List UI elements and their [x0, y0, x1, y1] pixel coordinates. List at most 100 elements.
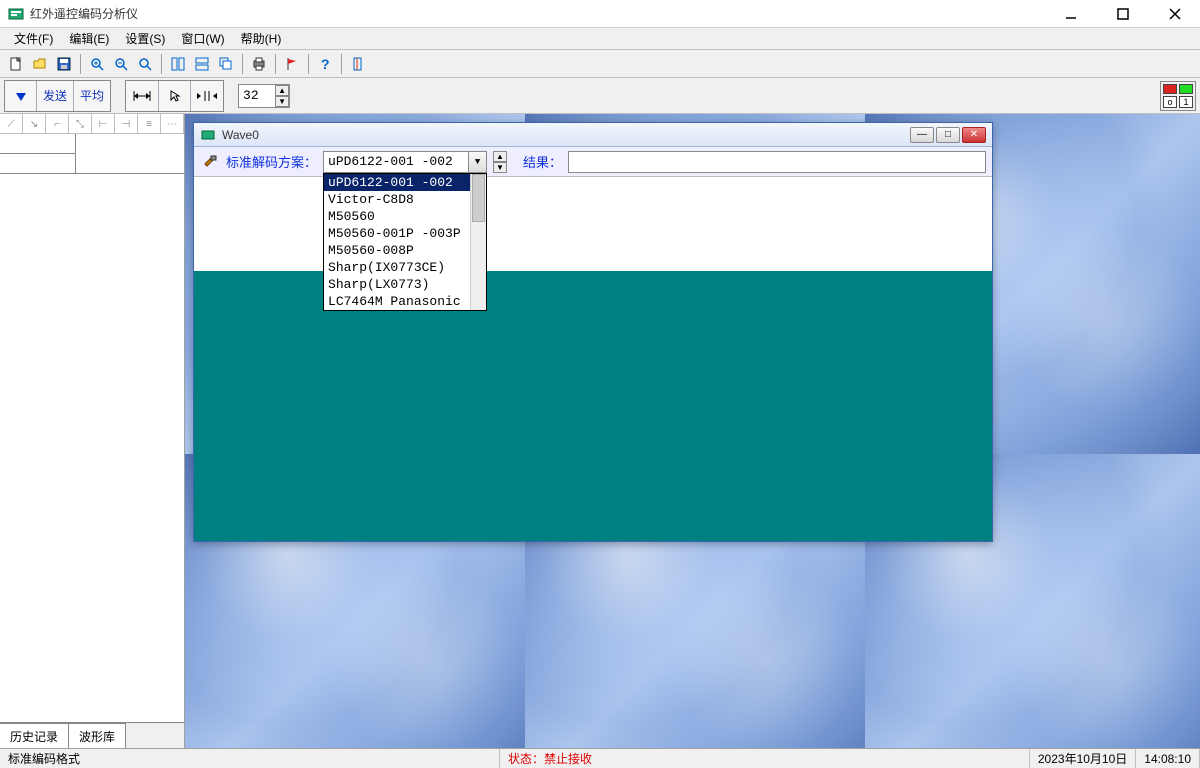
toolbar-main: ? [0, 50, 1200, 78]
menu-window[interactable]: 窗口(W) [173, 30, 232, 47]
decode-spin-up[interactable]: ▲ [493, 151, 507, 162]
lp-tool-4[interactable]: ⤡ [69, 114, 92, 134]
spinner-up[interactable]: ▲ [275, 85, 289, 96]
flag-icon[interactable] [280, 53, 304, 75]
decode-option[interactable]: uPD6122-001 -002 [324, 174, 486, 191]
average-button[interactable]: 平均 [74, 81, 110, 111]
status-indicator: o 1 [1160, 81, 1196, 111]
decode-option[interactable]: M50560-001P -003P [324, 225, 486, 242]
led-red [1163, 84, 1177, 94]
tb2-group-2 [125, 80, 224, 112]
tb2-group-1: 发送 平均 [4, 80, 111, 112]
decode-option[interactable]: Sharp(LX0773) [324, 276, 486, 293]
decode-select[interactable]: uPD6122-001 -002 ▼ uPD6122-001 -002 Vict… [323, 151, 487, 173]
spinner-down[interactable]: ▼ [275, 96, 289, 107]
scrollbar-thumb[interactable] [472, 174, 485, 222]
zoom-in-icon[interactable] [85, 53, 109, 75]
toolbar-separator [80, 54, 81, 74]
menu-file[interactable]: 文件(F) [6, 30, 61, 47]
stretch-icon[interactable] [191, 81, 223, 111]
led-green [1179, 84, 1193, 94]
menubar: 文件(F) 编辑(E) 设置(S) 窗口(W) 帮助(H) [0, 28, 1200, 50]
wave-window: Wave0 — □ ✕ 标准解码方案： uPD6122-001 -002 ▼ u… [193, 122, 993, 542]
lp-tool-1[interactable]: ⟋ [0, 114, 23, 134]
result-label: 结果： [523, 152, 562, 171]
toolbar-secondary: 发送 平均 ▲ ▼ o 1 [0, 78, 1200, 114]
wave-lower-area[interactable] [194, 273, 992, 541]
statusbar: 标准编码格式 状态：禁止接收 2023年10月10日 14:08:10 [0, 748, 1200, 768]
open-icon[interactable] [28, 53, 52, 75]
app-icon [8, 6, 24, 22]
titlebar: 红外遥控编码分析仪 [0, 0, 1200, 28]
left-panel: ⟋ ↘ ⌐ ⤡ ⊢ ⊣ ≡ ⋯ 历史记录 波形库 [0, 114, 185, 748]
dropdown-scrollbar[interactable] [470, 174, 486, 310]
lp-tool-3[interactable]: ⌐ [46, 114, 69, 134]
svg-text:?: ? [321, 56, 330, 72]
child-close-button[interactable]: ✕ [962, 127, 986, 143]
decode-option[interactable]: M50560-008P [324, 242, 486, 259]
lp-tool-6[interactable]: ⊣ [115, 114, 138, 134]
decode-option[interactable]: Victor-C8D8 [324, 191, 486, 208]
decode-option[interactable]: Sharp(IX0773CE) [324, 259, 486, 276]
child-titlebar[interactable]: Wave0 — □ ✕ [194, 123, 992, 147]
decode-dropdown: uPD6122-001 -002 Victor-C8D8 M50560 M505… [323, 173, 487, 311]
lp-tool-7[interactable]: ≡ [138, 114, 161, 134]
new-icon[interactable] [4, 53, 28, 75]
indicator-o: o [1163, 96, 1177, 108]
status-date: 2023年10月10日 [1030, 749, 1136, 768]
lp-tool-2[interactable]: ↘ [23, 114, 46, 134]
lp-tool-8[interactable]: ⋯ [161, 114, 184, 134]
toolbar-separator [275, 54, 276, 74]
mdi-area: Wave0 — □ ✕ 标准解码方案： uPD6122-001 -002 ▼ u… [185, 114, 1200, 748]
left-panel-tabs: 历史记录 波形库 [0, 722, 184, 748]
menu-settings[interactable]: 设置(S) [117, 30, 173, 47]
tab-history[interactable]: 历史记录 [0, 723, 69, 748]
toolbar-separator [161, 54, 162, 74]
left-panel-blank [0, 174, 184, 722]
decode-spin-down[interactable]: ▼ [493, 162, 507, 173]
value-spinner[interactable]: ▲ ▼ [238, 84, 290, 108]
menu-help[interactable]: 帮助(H) [233, 30, 290, 47]
window-controls [1054, 4, 1192, 24]
decode-selected-value: uPD6122-001 -002 [328, 154, 453, 169]
child-body [194, 177, 992, 541]
child-title-text: Wave0 [222, 128, 910, 142]
toolbar-separator [242, 54, 243, 74]
tile-horiz-icon[interactable] [166, 53, 190, 75]
decode-option[interactable]: M50560 [324, 208, 486, 225]
span-icon[interactable] [126, 81, 159, 111]
tab-wavelib[interactable]: 波形库 [69, 723, 126, 748]
child-window-icon [200, 127, 216, 143]
decode-label: 标准解码方案： [226, 152, 317, 171]
exit-icon[interactable] [346, 53, 370, 75]
zoom-out-icon[interactable] [109, 53, 133, 75]
zoom-fit-icon[interactable] [133, 53, 157, 75]
save-icon[interactable] [52, 53, 76, 75]
child-minimize-button[interactable]: — [910, 127, 934, 143]
left-panel-grid [0, 134, 184, 174]
status-mode: 标准编码格式 [0, 749, 500, 768]
left-panel-toolbar: ⟋ ↘ ⌐ ⤡ ⊢ ⊣ ≡ ⋯ [0, 114, 184, 134]
close-button[interactable] [1158, 4, 1192, 24]
wave-upper-area[interactable] [194, 177, 992, 273]
tile-vert-icon[interactable] [190, 53, 214, 75]
send-button[interactable]: 发送 [37, 81, 74, 111]
menu-edit[interactable]: 编辑(E) [61, 30, 117, 47]
result-input[interactable] [568, 151, 986, 173]
content-area: ⟋ ↘ ⌐ ⤡ ⊢ ⊣ ≡ ⋯ 历史记录 波形库 Wave0 — □ [0, 114, 1200, 748]
print-icon[interactable] [247, 53, 271, 75]
child-toolbar: 标准解码方案： uPD6122-001 -002 ▼ uPD6122-001 -… [194, 147, 992, 177]
child-maximize-button[interactable]: □ [936, 127, 960, 143]
help-icon[interactable]: ? [313, 53, 337, 75]
cascade-icon[interactable] [214, 53, 238, 75]
dropdown-icon[interactable]: ▼ [468, 152, 486, 172]
hammer-icon[interactable] [200, 154, 220, 170]
lp-tool-5[interactable]: ⊢ [92, 114, 115, 134]
cursor-icon[interactable] [159, 81, 191, 111]
indicator-1: 1 [1179, 96, 1193, 108]
down-arrow-button[interactable] [5, 81, 37, 111]
maximize-button[interactable] [1106, 4, 1140, 24]
minimize-button[interactable] [1054, 4, 1088, 24]
decode-option[interactable]: LC7464M Panasonic [324, 293, 486, 310]
spinner-input[interactable] [239, 85, 275, 107]
